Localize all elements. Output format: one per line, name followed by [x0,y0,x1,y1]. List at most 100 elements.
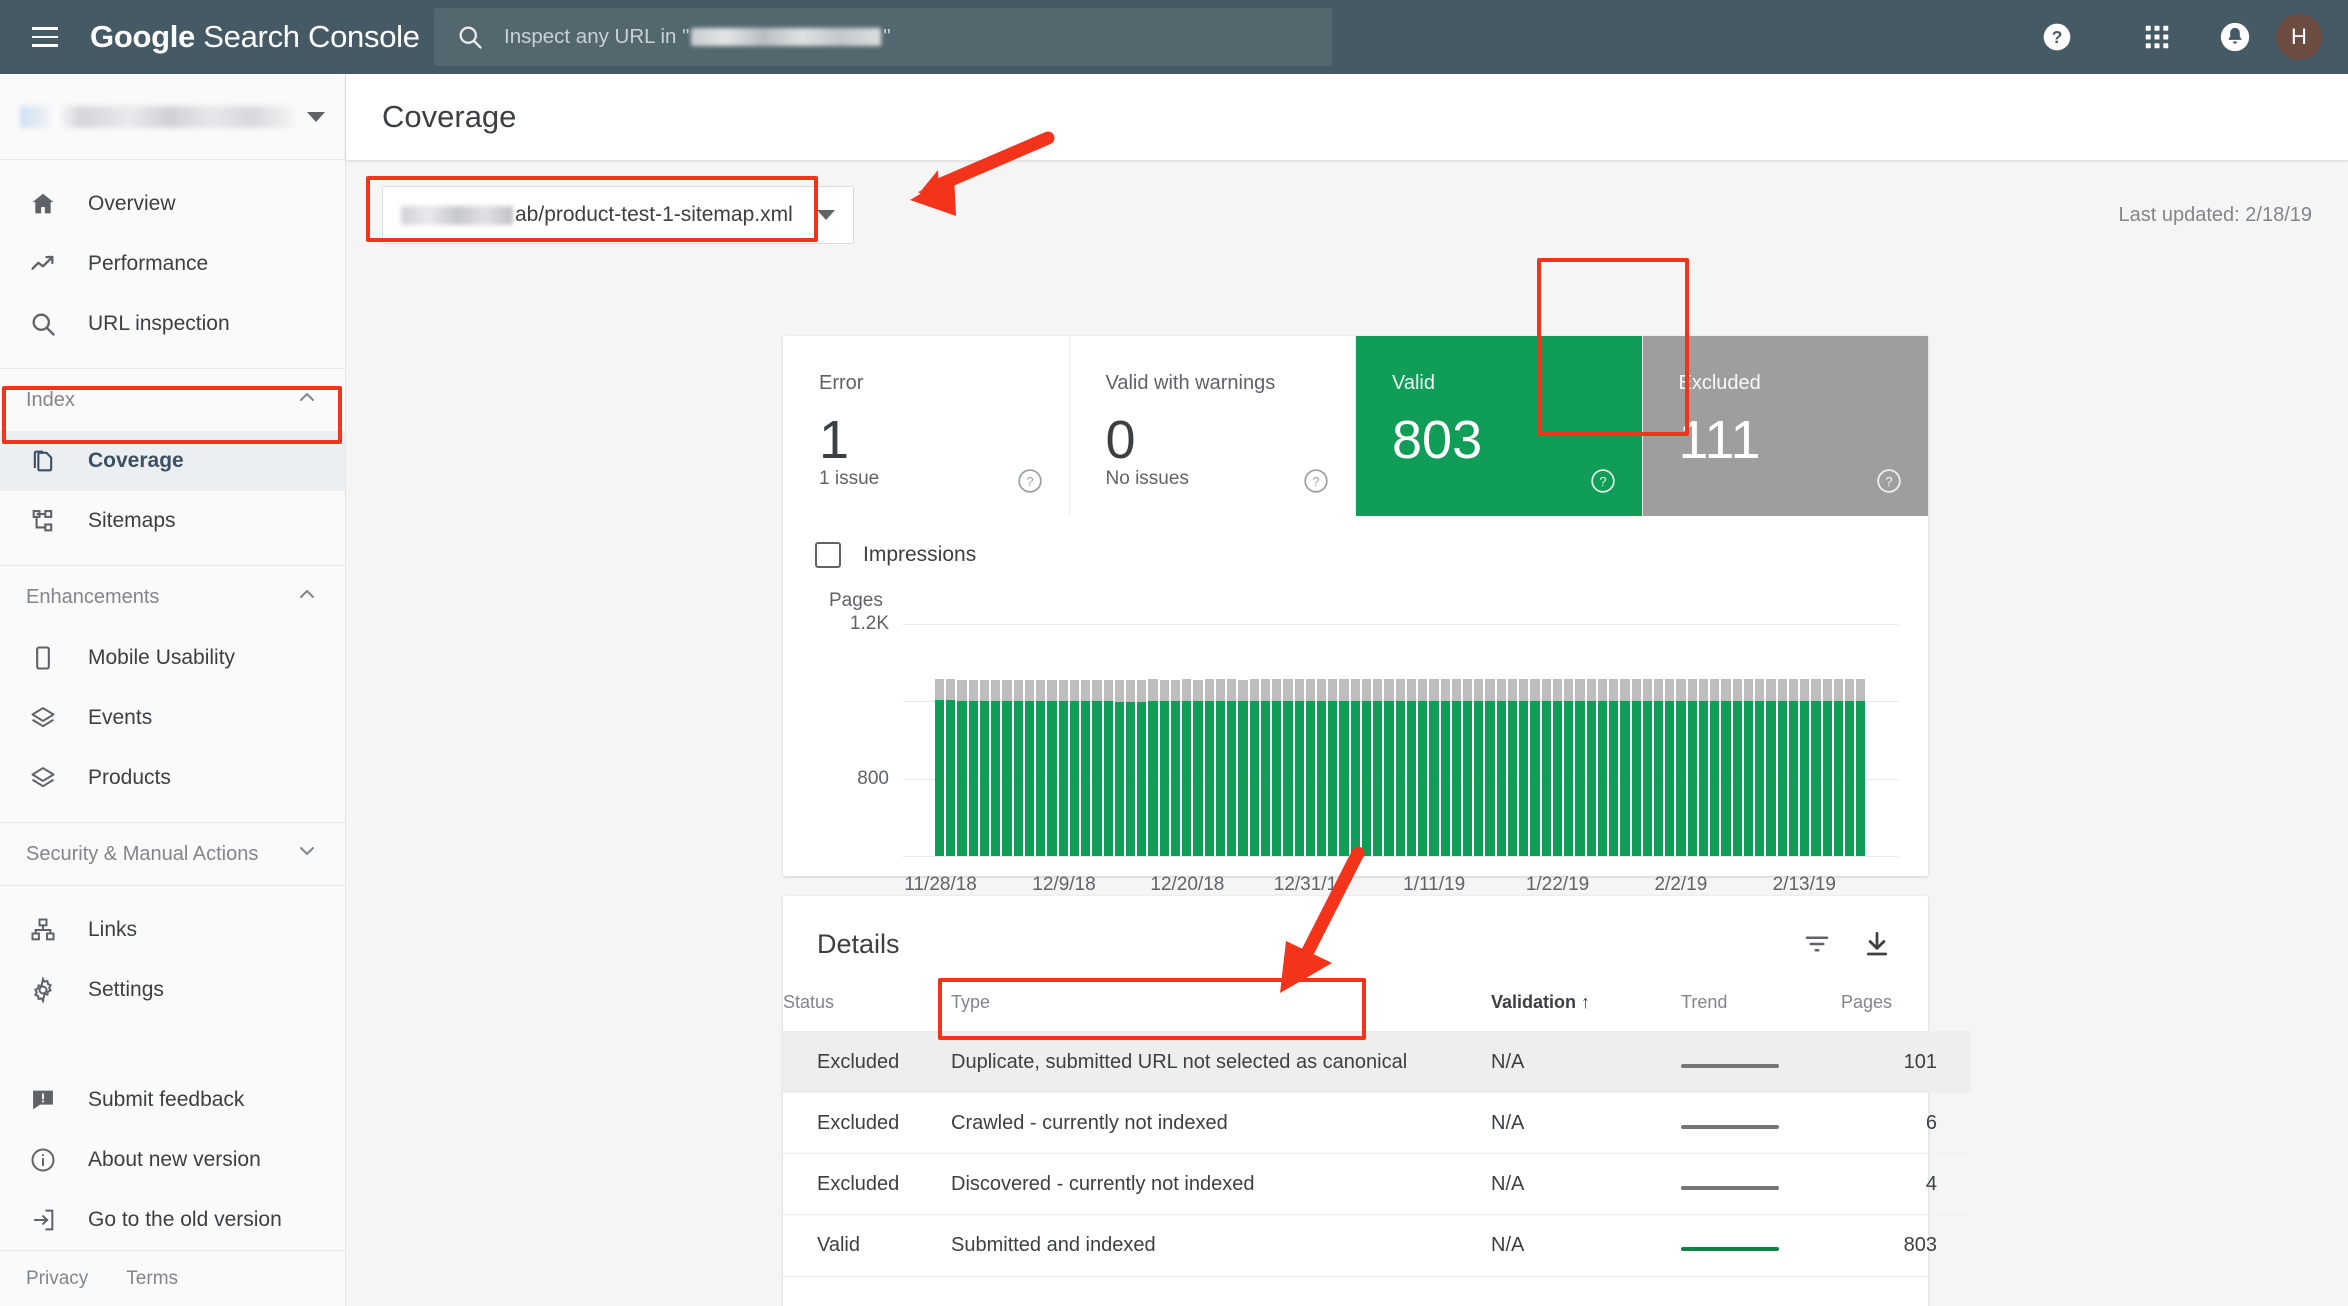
sidebar-item-submit-feedback[interactable]: Submit feedback [0,1070,345,1130]
chart-bar[interactable] [1452,679,1461,856]
chart-bar[interactable] [1721,679,1730,856]
chart-bar[interactable] [1261,679,1270,856]
chart-bar[interactable] [1643,679,1652,856]
chart-bar[interactable] [1620,679,1629,856]
chart-bar[interactable] [1834,679,1843,856]
chart-bar[interactable] [1789,679,1798,856]
chart-bar[interactable] [1710,679,1719,856]
chart-bar[interactable] [1418,679,1427,856]
table-row[interactable]: ExcludedDuplicate, submitted URL not sel… [783,1032,1971,1093]
sidebar-item-sitemaps[interactable]: Sitemaps [0,491,345,551]
terms-link[interactable]: Terms [126,1268,178,1290]
chart-bar[interactable] [1811,679,1820,856]
chart-bar[interactable] [1441,679,1450,856]
property-selector[interactable] [0,74,345,160]
chart-bar[interactable] [1856,679,1865,856]
chart-bar[interactable] [980,680,989,856]
chart-bar[interactable] [1328,679,1337,856]
chart-bar[interactable] [1407,679,1416,856]
next-page-button[interactable] [1840,1290,1894,1306]
chart-bar[interactable] [1485,679,1494,856]
status-card-excluded[interactable]: Excluded 111 ? [1642,336,1929,516]
sidebar-item-coverage[interactable]: Coverage [0,431,345,491]
chart-bar[interactable] [1575,679,1584,856]
cell-type[interactable]: Crawled - currently not indexed [951,1093,1491,1154]
previous-page-button[interactable] [1772,1290,1826,1306]
column-header-type[interactable]: Type [951,992,1491,1032]
chart-bar[interactable] [1182,679,1191,856]
chart-bar[interactable] [1373,679,1382,856]
chart-bar[interactable] [1272,679,1281,856]
chart-bar[interactable] [1092,680,1101,856]
chart-bar[interactable] [1148,679,1157,856]
cell-type[interactable]: Discovered - currently not indexed [951,1154,1491,1215]
chart-bar[interactable] [1553,679,1562,856]
table-row[interactable]: ExcludedDiscovered - currently not index… [783,1154,1971,1215]
chart-bar[interactable] [969,680,978,857]
help-circle-icon[interactable]: ? [1303,468,1329,494]
sidebar-item-events[interactable]: Events [0,688,345,748]
chart-bar[interactable] [1227,679,1236,856]
chart-bar[interactable] [991,680,1000,856]
sidebar-item-settings[interactable]: Settings [0,960,345,1020]
table-row[interactable]: ValidSubmitted and indexedN/A803 [783,1215,1971,1276]
sidebar-item-overview[interactable]: Overview [0,174,345,234]
chart-bar[interactable] [1733,679,1742,856]
status-card-valid[interactable]: Valid 803 ? [1355,336,1642,516]
chart-bar[interactable] [1002,680,1011,857]
chart-bar[interactable] [1193,680,1202,857]
status-card-error[interactable]: Error 1 1 issue ? [783,336,1069,516]
sidebar-item-performance[interactable]: Performance [0,234,345,294]
chart-bar[interactable] [1081,680,1090,857]
chart-bar[interactable] [1205,679,1214,856]
chart-bar[interactable] [1047,680,1056,857]
chart-bar[interactable] [1025,680,1034,856]
chart-bar[interactable] [1766,679,1775,856]
chart-bar[interactable] [1744,679,1753,856]
cell-type[interactable]: Submitted and indexed [951,1215,1491,1276]
chart-bar[interactable] [1665,679,1674,856]
sidebar-item-url-inspection[interactable]: URL inspection [0,294,345,354]
chart-bar[interactable] [1508,679,1517,856]
chart-bar[interactable] [1699,679,1708,856]
cell-type[interactable]: Duplicate, submitted URL not selected as… [951,1032,1491,1093]
chart-bar[interactable] [957,680,966,856]
status-card-valid-with-warnings[interactable]: Valid with warnings 0 No issues ? [1069,336,1356,516]
chart-bar[interactable] [1474,679,1483,856]
section-header-security[interactable]: Security & Manual Actions [0,823,345,885]
chart-bar[interactable] [1295,679,1304,856]
chart-bar[interactable] [1036,680,1045,856]
chart-bar[interactable] [1609,679,1618,856]
sidebar-item-about-new-version[interactable]: About new version [0,1130,345,1190]
chart-bar[interactable] [1070,680,1079,856]
chart-bar[interactable] [1463,679,1472,856]
filter-icon[interactable] [1800,927,1834,961]
help-circle-icon[interactable]: ? [1876,468,1902,494]
bell-icon[interactable] [2204,6,2266,68]
sidebar-item-links[interactable]: Links [0,900,345,960]
help-circle-icon[interactable]: ? [1590,468,1616,494]
chart-bar[interactable] [1115,680,1124,856]
chart-bar[interactable] [1317,679,1326,856]
chart-bar[interactable] [1497,679,1506,856]
chart-bar[interactable] [1654,679,1663,856]
chart-bar[interactable] [935,679,944,856]
chart-bar[interactable] [1171,680,1180,857]
chart-bar[interactable] [1800,679,1809,856]
chart-bar[interactable] [1384,679,1393,856]
chart-bar[interactable] [1283,679,1292,856]
sidebar-item-products[interactable]: Products [0,748,345,808]
sidebar-item-mobile-usability[interactable]: Mobile Usability [0,628,345,688]
chart-bar[interactable] [1250,679,1259,856]
chart-bar[interactable] [1362,679,1371,856]
sitemap-selector[interactable]: ab/product-test-1-sitemap.xml [382,186,854,244]
chart-bar[interactable] [1059,680,1068,856]
chart-bar[interactable] [1238,680,1247,857]
download-icon[interactable] [1860,927,1894,961]
apps-grid-icon[interactable] [2126,6,2188,68]
chart-bar[interactable] [1778,679,1787,856]
column-header-trend[interactable]: Trend [1681,992,1841,1032]
chart-bar[interactable] [1587,679,1596,856]
chart-bar[interactable] [1137,680,1146,856]
chart-bar[interactable] [1598,679,1607,856]
